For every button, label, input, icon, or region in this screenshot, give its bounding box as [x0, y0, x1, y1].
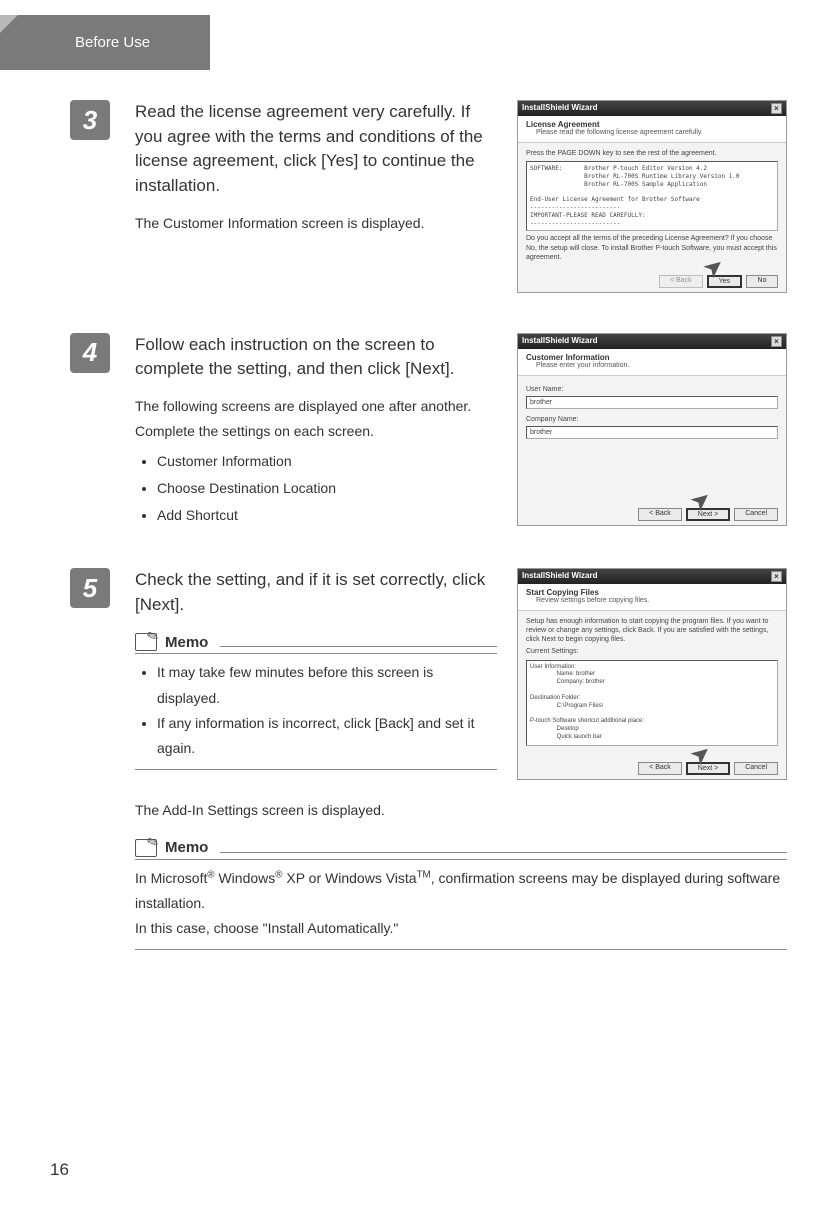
- memo-text: In Microsoft® Windows® XP or Windows Vis…: [135, 866, 787, 916]
- memo-rule: [220, 637, 497, 647]
- memo-title: Memo: [165, 634, 208, 651]
- close-icon[interactable]: ×: [771, 571, 782, 582]
- memo-box-2: Memo In Microsoft® Windows® XP or Window…: [135, 839, 787, 951]
- memo-text-part: XP or Windows Vista: [282, 870, 416, 886]
- customer-info-dialog: InstallShield Wizard × Customer Informat…: [517, 333, 787, 526]
- no-button[interactable]: No: [746, 275, 778, 288]
- dialog-title: InstallShield Wizard: [522, 571, 598, 582]
- step-3: 3 Read the license agreement very carefu…: [70, 100, 787, 293]
- company-label: Company Name:: [526, 415, 778, 424]
- list-item: Customer Information: [157, 448, 497, 475]
- step-5-after: The Add-In Settings screen is displayed.: [135, 798, 787, 823]
- close-icon[interactable]: ×: [771, 103, 782, 114]
- header-title: Before Use: [75, 34, 150, 51]
- cancel-button[interactable]: Cancel: [734, 508, 778, 521]
- back-button[interactable]: < Back: [638, 508, 682, 521]
- memo-item: If any information is incorrect, click […: [157, 711, 497, 761]
- memo-box: Memo It may take few minutes before this…: [135, 633, 497, 770]
- trademark-symbol: TM: [417, 869, 431, 880]
- memo-text-2: In this case, choose "Install Automatica…: [135, 916, 787, 941]
- current-settings-label: Current Settings:: [526, 647, 778, 656]
- registered-symbol: ®: [207, 869, 214, 880]
- step-4-sub: The following screens are displayed one …: [135, 394, 497, 444]
- dialog-heading: License Agreement: [526, 120, 600, 129]
- memo-rule: [220, 843, 787, 853]
- step-number-5: 5: [70, 568, 110, 608]
- dialog-confirm: Do you accept all the terms of the prece…: [526, 234, 778, 261]
- step-4-list: Customer Information Choose Destination …: [135, 448, 497, 528]
- list-item: Add Shortcut: [157, 502, 497, 529]
- dialog-heading: Start Copying Files: [526, 588, 599, 597]
- dialog-subheading: Review settings before copying files.: [526, 597, 778, 604]
- memo-icon: [135, 633, 157, 651]
- header-corner-arrow: [0, 15, 18, 33]
- memo-item: It may take few minutes before this scre…: [157, 660, 497, 710]
- company-input[interactable]: brother: [526, 426, 778, 439]
- memo-text-part: Windows: [215, 870, 276, 886]
- header-tab: Before Use: [0, 15, 210, 70]
- step-number-4: 4: [70, 333, 110, 373]
- dialog-hint: Press the PAGE DOWN key to see the rest …: [526, 149, 778, 158]
- memo-text-part: In Microsoft: [135, 870, 207, 886]
- memo-icon: [135, 839, 157, 857]
- back-button: < Back: [659, 275, 703, 288]
- dialog-title: InstallShield Wizard: [522, 103, 598, 114]
- page-content: 3 Read the license agreement very carefu…: [70, 100, 787, 990]
- memo-rule: [135, 949, 787, 950]
- back-button[interactable]: < Back: [638, 762, 682, 775]
- cancel-button[interactable]: Cancel: [734, 762, 778, 775]
- dialog-subheading: Please enter your information.: [526, 362, 778, 369]
- settings-review-box[interactable]: User Information: Name: brother Company:…: [526, 660, 778, 746]
- dialog-heading: Customer Information: [526, 353, 610, 362]
- start-copy-dialog: InstallShield Wizard × Start Copying Fil…: [517, 568, 787, 779]
- license-dialog: InstallShield Wizard × License Agreement…: [517, 100, 787, 293]
- step-4: 4 Follow each instruction on the screen …: [70, 333, 787, 528]
- memo-rule: [135, 769, 497, 770]
- page-number: 16: [50, 1160, 69, 1180]
- dialog-hint: Setup has enough information to start co…: [526, 617, 778, 644]
- close-icon[interactable]: ×: [771, 336, 782, 347]
- step-4-desc: Follow each instruction on the screen to…: [135, 333, 497, 382]
- dialog-title: InstallShield Wizard: [522, 336, 598, 347]
- step-5: 5 Check the setting, and if it is set co…: [70, 568, 787, 950]
- list-item: Choose Destination Location: [157, 475, 497, 502]
- license-text-box[interactable]: SOFTWARE: Brother P-touch Editor Version…: [526, 161, 778, 231]
- step-number-3: 3: [70, 100, 110, 140]
- username-label: User Name:: [526, 385, 778, 394]
- dialog-subheading: Please read the following license agreem…: [526, 129, 778, 136]
- step-5-desc: Check the setting, and if it is set corr…: [135, 568, 497, 617]
- step-3-desc: Read the license agreement very carefull…: [135, 100, 497, 199]
- username-input[interactable]: brother: [526, 396, 778, 409]
- memo-title: Memo: [165, 839, 208, 856]
- step-3-sub: The Customer Information screen is displ…: [135, 211, 497, 236]
